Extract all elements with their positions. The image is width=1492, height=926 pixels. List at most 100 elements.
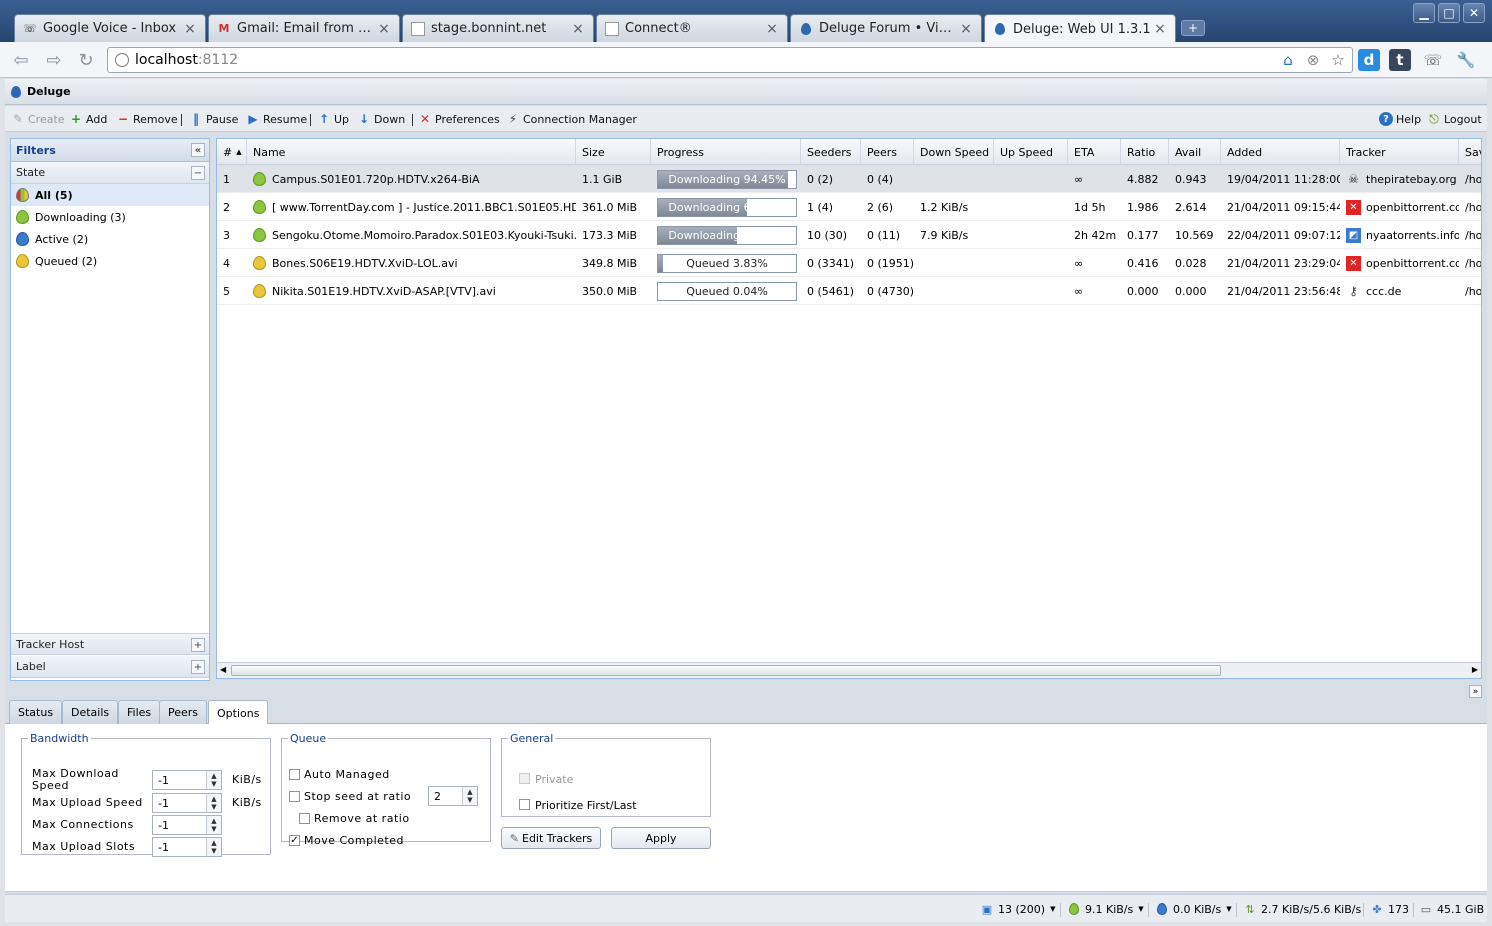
minimize-button[interactable]: ▁ xyxy=(1413,3,1435,23)
column-header-avail[interactable]: Avail xyxy=(1169,139,1221,165)
spinner-arrows-icon[interactable]: ▲ ▼ xyxy=(206,816,221,834)
move-completed-checkbox[interactable]: ✓ xyxy=(289,835,300,846)
column-header-progress[interactable]: Progress xyxy=(651,139,801,165)
delicious-icon[interactable]: d xyxy=(1358,49,1380,71)
spinner-arrows-icon[interactable]: ▲ ▼ xyxy=(206,838,221,856)
pause-button[interactable]: ‖ Pause xyxy=(189,110,238,128)
filter-item-active[interactable]: Active (2) xyxy=(11,228,209,250)
tracker-host-section-header[interactable]: Tracker Host + xyxy=(11,633,209,655)
browser-tab[interactable]: Deluge Forum • View... × xyxy=(790,14,982,42)
edit-trackers-button[interactable]: ✎ Edit Trackers xyxy=(501,827,601,849)
tumblr-icon[interactable]: t xyxy=(1389,49,1411,71)
remove-button[interactable]: − Remove xyxy=(116,110,178,128)
close-tab-icon[interactable]: × xyxy=(959,21,973,37)
column-header-size[interactable]: Size xyxy=(576,139,651,165)
close-tab-icon[interactable]: × xyxy=(1153,21,1167,37)
column-header-save-path[interactable]: Sav xyxy=(1459,139,1481,165)
remove-at-ratio-checkbox[interactable] xyxy=(299,813,310,824)
state-section-header[interactable]: State − xyxy=(11,162,209,184)
torrent-row[interactable]: 3 Sengoku.Otome.Momoiro.Paradox.S01E03.Ky… xyxy=(217,221,1481,249)
column-header-eta[interactable]: ETA xyxy=(1068,139,1121,165)
max-download-speed-input[interactable]: -1 ▲ ▼ xyxy=(152,770,222,790)
upload-speed-status[interactable]: 0.0 KiB/s ▼ xyxy=(1155,901,1232,917)
up-button[interactable]: ↑ Up xyxy=(317,110,349,128)
torrent-row[interactable]: 1 Campus.S01E01.720p.HDTV.x264-BiA 1.1 GiB… xyxy=(217,165,1481,193)
max-upload-slots-input[interactable]: -1 ▲ ▼ xyxy=(152,837,222,857)
column-header-added[interactable]: Added xyxy=(1221,139,1340,165)
collapse-left-icon[interactable]: « xyxy=(191,143,205,157)
close-tab-icon[interactable]: × xyxy=(377,21,391,37)
resume-button[interactable]: ▶ Resume xyxy=(246,110,307,128)
help-button[interactable]: ? Help xyxy=(1379,110,1421,128)
scrollbar-thumb[interactable] xyxy=(231,665,1221,676)
collapse-icon[interactable]: − xyxy=(191,166,205,180)
spinner-arrows-icon[interactable]: ▲ ▼ xyxy=(206,794,221,812)
preferences-button[interactable]: ✕ Preferences xyxy=(418,110,500,128)
add-button[interactable]: + Add xyxy=(69,110,107,128)
reload-icon[interactable]: ↻ xyxy=(74,48,98,72)
column-header-ratio[interactable]: Ratio xyxy=(1121,139,1169,165)
tab-files[interactable]: Files xyxy=(118,700,161,724)
private-checkbox[interactable] xyxy=(519,773,530,784)
scroll-right-icon[interactable]: ▶ xyxy=(1472,665,1478,674)
browser-tab[interactable]: M Gmail: Email from Go... × xyxy=(208,14,400,42)
close-tab-icon[interactable]: × xyxy=(765,21,779,37)
down-button[interactable]: ↓ Down xyxy=(357,110,405,128)
spinner-arrows-icon[interactable]: ▲ ▼ xyxy=(462,787,477,805)
filter-item-queued[interactable]: Queued (2) xyxy=(11,250,209,272)
expand-icon[interactable]: + xyxy=(191,638,205,652)
browser-tab[interactable]: stage.bonnint.net × xyxy=(402,14,594,42)
new-tab-button[interactable]: + xyxy=(1181,20,1205,36)
label-section-header[interactable]: Label + xyxy=(11,656,209,678)
max-upload-speed-input[interactable]: -1 ▲ ▼ xyxy=(152,793,222,813)
scroll-left-icon[interactable]: ◀ xyxy=(220,665,226,674)
expand-icon[interactable]: + xyxy=(191,660,205,674)
create-button[interactable]: ✎ Create xyxy=(11,110,65,128)
close-tab-icon[interactable]: × xyxy=(571,21,585,37)
browser-tab-active[interactable]: Deluge: Web UI 1.3.1 × xyxy=(984,14,1176,43)
tab-options[interactable]: Options xyxy=(208,700,269,725)
max-connections-input[interactable]: -1 ▲ ▼ xyxy=(152,815,222,835)
column-header-name[interactable]: Name xyxy=(247,139,576,165)
filter-item-downloading[interactable]: Downloading (3) xyxy=(11,206,209,228)
bookmark-star-icon[interactable]: ☆ xyxy=(1327,49,1349,71)
column-header-seeders[interactable]: Seeders xyxy=(801,139,861,165)
connection-manager-button[interactable]: ⚡ Connection Manager xyxy=(506,110,637,128)
logout-button[interactable]: ⎋ Logout xyxy=(1427,110,1481,128)
column-header-up-speed[interactable]: Up Speed xyxy=(994,139,1068,165)
address-bar[interactable]: localhost:8112 xyxy=(107,47,1353,73)
torrent-row[interactable]: 2 [ www.TorrentDay.com ] - Justice.2011.B… xyxy=(217,193,1481,221)
auto-managed-checkbox[interactable] xyxy=(289,769,300,780)
tab-details[interactable]: Details xyxy=(62,700,119,724)
panel-splitter[interactable]: » xyxy=(5,684,1487,700)
tab-peers[interactable]: Peers xyxy=(159,700,208,724)
back-icon[interactable]: ⇦ xyxy=(9,48,33,72)
blocked-extension-icon[interactable]: ⊗ xyxy=(1302,49,1324,71)
torrent-row[interactable]: 4 Bones.S06E19.HDTV.XviD-LOL.avi 349.8 MiB… xyxy=(217,249,1481,277)
stop-seed-checkbox[interactable] xyxy=(289,791,300,802)
horizontal-scrollbar[interactable]: ◀ ▶ xyxy=(217,662,1481,678)
home-extension-icon[interactable]: ⌂ xyxy=(1277,49,1299,71)
maximize-button[interactable]: □ xyxy=(1438,3,1460,23)
apply-button[interactable]: Apply xyxy=(611,827,711,849)
connections-status[interactable]: ▣ 13 (200) ▼ xyxy=(980,901,1056,917)
column-header-peers[interactable]: Peers xyxy=(861,139,914,165)
column-header-number[interactable]: # ▲ xyxy=(217,139,247,165)
tab-status[interactable]: Status xyxy=(9,700,63,724)
spinner-arrows-icon[interactable]: ▲ ▼ xyxy=(206,771,221,789)
close-window-button[interactable]: ✕ xyxy=(1463,3,1485,23)
column-header-tracker[interactable]: Tracker xyxy=(1340,139,1459,165)
forward-icon[interactable]: ⇨ xyxy=(42,48,66,72)
browser-tab[interactable]: ☏ Google Voice - Inbox × xyxy=(14,14,206,42)
download-speed-status[interactable]: 9.1 KiB/s ▼ xyxy=(1067,901,1144,917)
torrent-row[interactable]: 5 Nikita.S01E19.HDTV.XviD-ASAP.[VTV].avi 3… xyxy=(217,277,1481,305)
wrench-icon[interactable]: 🔧 xyxy=(1455,49,1477,71)
stop-seed-ratio-input[interactable]: 2 ▲ ▼ xyxy=(428,786,478,806)
prioritize-first-last-checkbox[interactable] xyxy=(519,799,530,810)
collapse-down-icon[interactable]: » xyxy=(1469,685,1482,698)
column-header-down-speed[interactable]: Down Speed xyxy=(914,139,994,165)
browser-tab[interactable]: Connect® × xyxy=(596,14,788,42)
close-tab-icon[interactable]: × xyxy=(183,21,197,37)
voice-extension-icon[interactable]: ☏ xyxy=(1422,49,1444,71)
filter-item-all[interactable]: All (5) xyxy=(11,184,209,206)
